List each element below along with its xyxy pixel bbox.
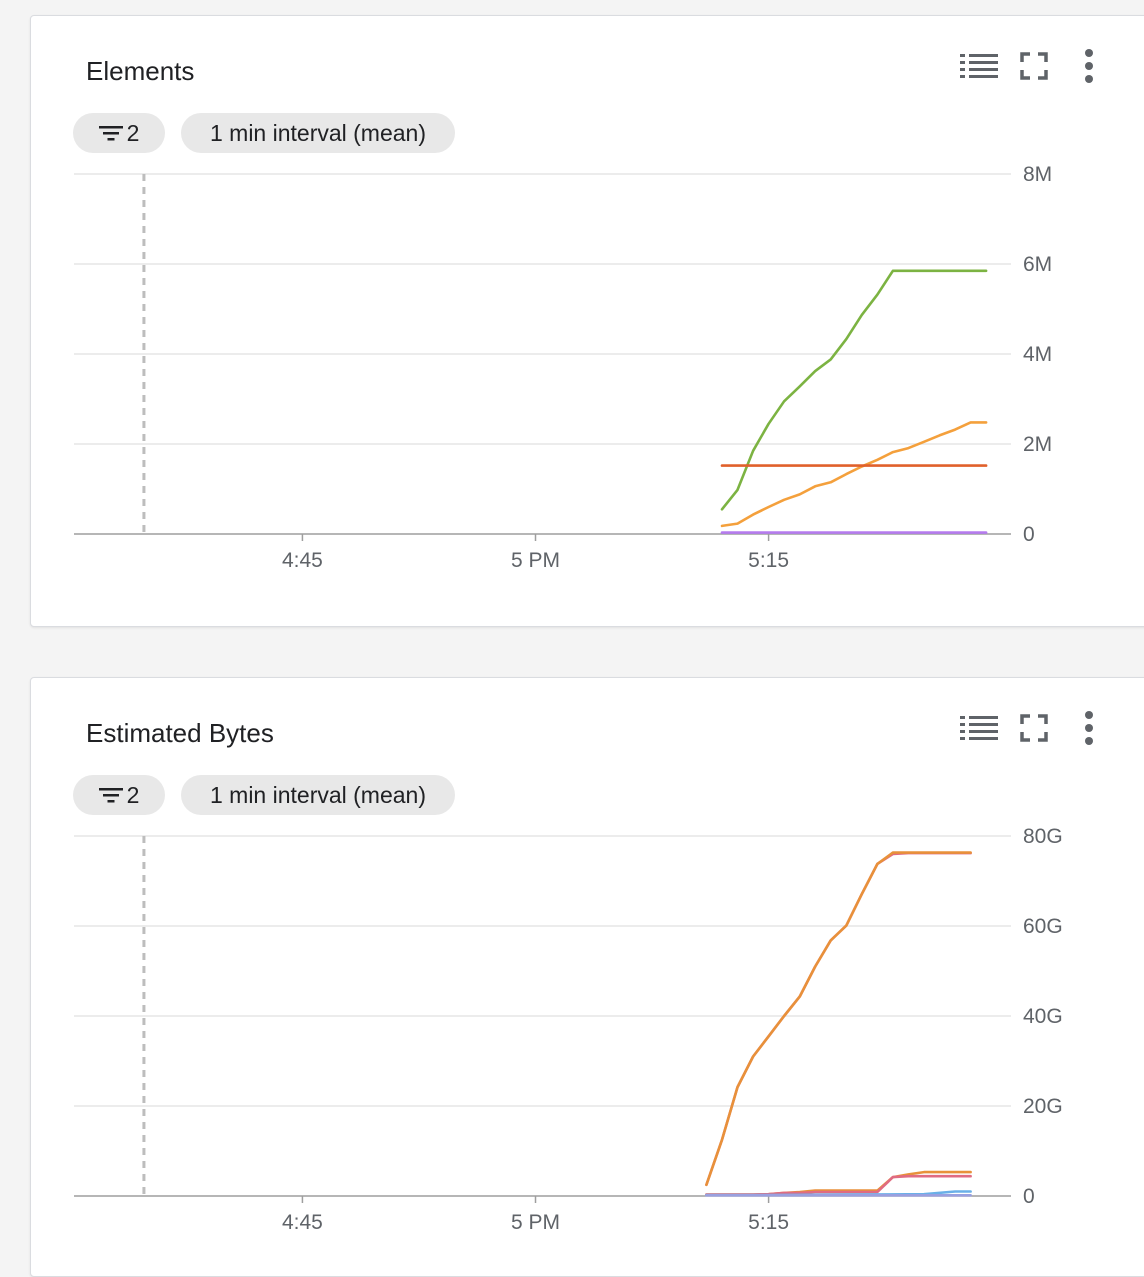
series-line-0 xyxy=(705,851,972,1187)
y-tick-label: 0 xyxy=(1023,1185,1035,1208)
series-line-0 xyxy=(720,269,988,511)
y-tick-label: 8M xyxy=(1023,163,1052,186)
y-tick-label: 0 xyxy=(1023,523,1035,546)
y-tick-label: 20G xyxy=(1023,1095,1063,1118)
y-tick-label: 6M xyxy=(1023,253,1052,276)
x-tick-label: 5 PM xyxy=(511,1211,560,1234)
y-tick-label: 2M xyxy=(1023,433,1052,456)
y-tick-label: 40G xyxy=(1023,1005,1063,1028)
chart-card-elements: Elements 2 1 min interval (mean) 0 2M 4M… xyxy=(30,15,1144,627)
y-tick-label: 60G xyxy=(1023,915,1063,938)
x-tick-label: 4:45 xyxy=(282,1211,323,1234)
x-tick-label: 5:15 xyxy=(748,549,789,572)
y-tick-label: 80G xyxy=(1023,825,1063,848)
series-line-3 xyxy=(705,1174,972,1196)
x-tick-label: 4:45 xyxy=(282,549,323,572)
x-tick-label: 5:15 xyxy=(748,1211,789,1234)
chart-plot-elements: 0 2M 4M 6M 8M 4:45 5 PM 5:15 xyxy=(74,163,1052,572)
x-tick-label: 5 PM xyxy=(511,549,560,572)
chart-card-estimated-bytes: Estimated Bytes 2 1 min interval (mean) … xyxy=(30,677,1144,1277)
chart-plot-estimated-bytes: 0 20G 40G 60G 80G 4:45 5 PM 5:15 xyxy=(74,825,1063,1234)
series-line-1 xyxy=(705,851,972,1187)
y-tick-label: 4M xyxy=(1023,343,1052,366)
